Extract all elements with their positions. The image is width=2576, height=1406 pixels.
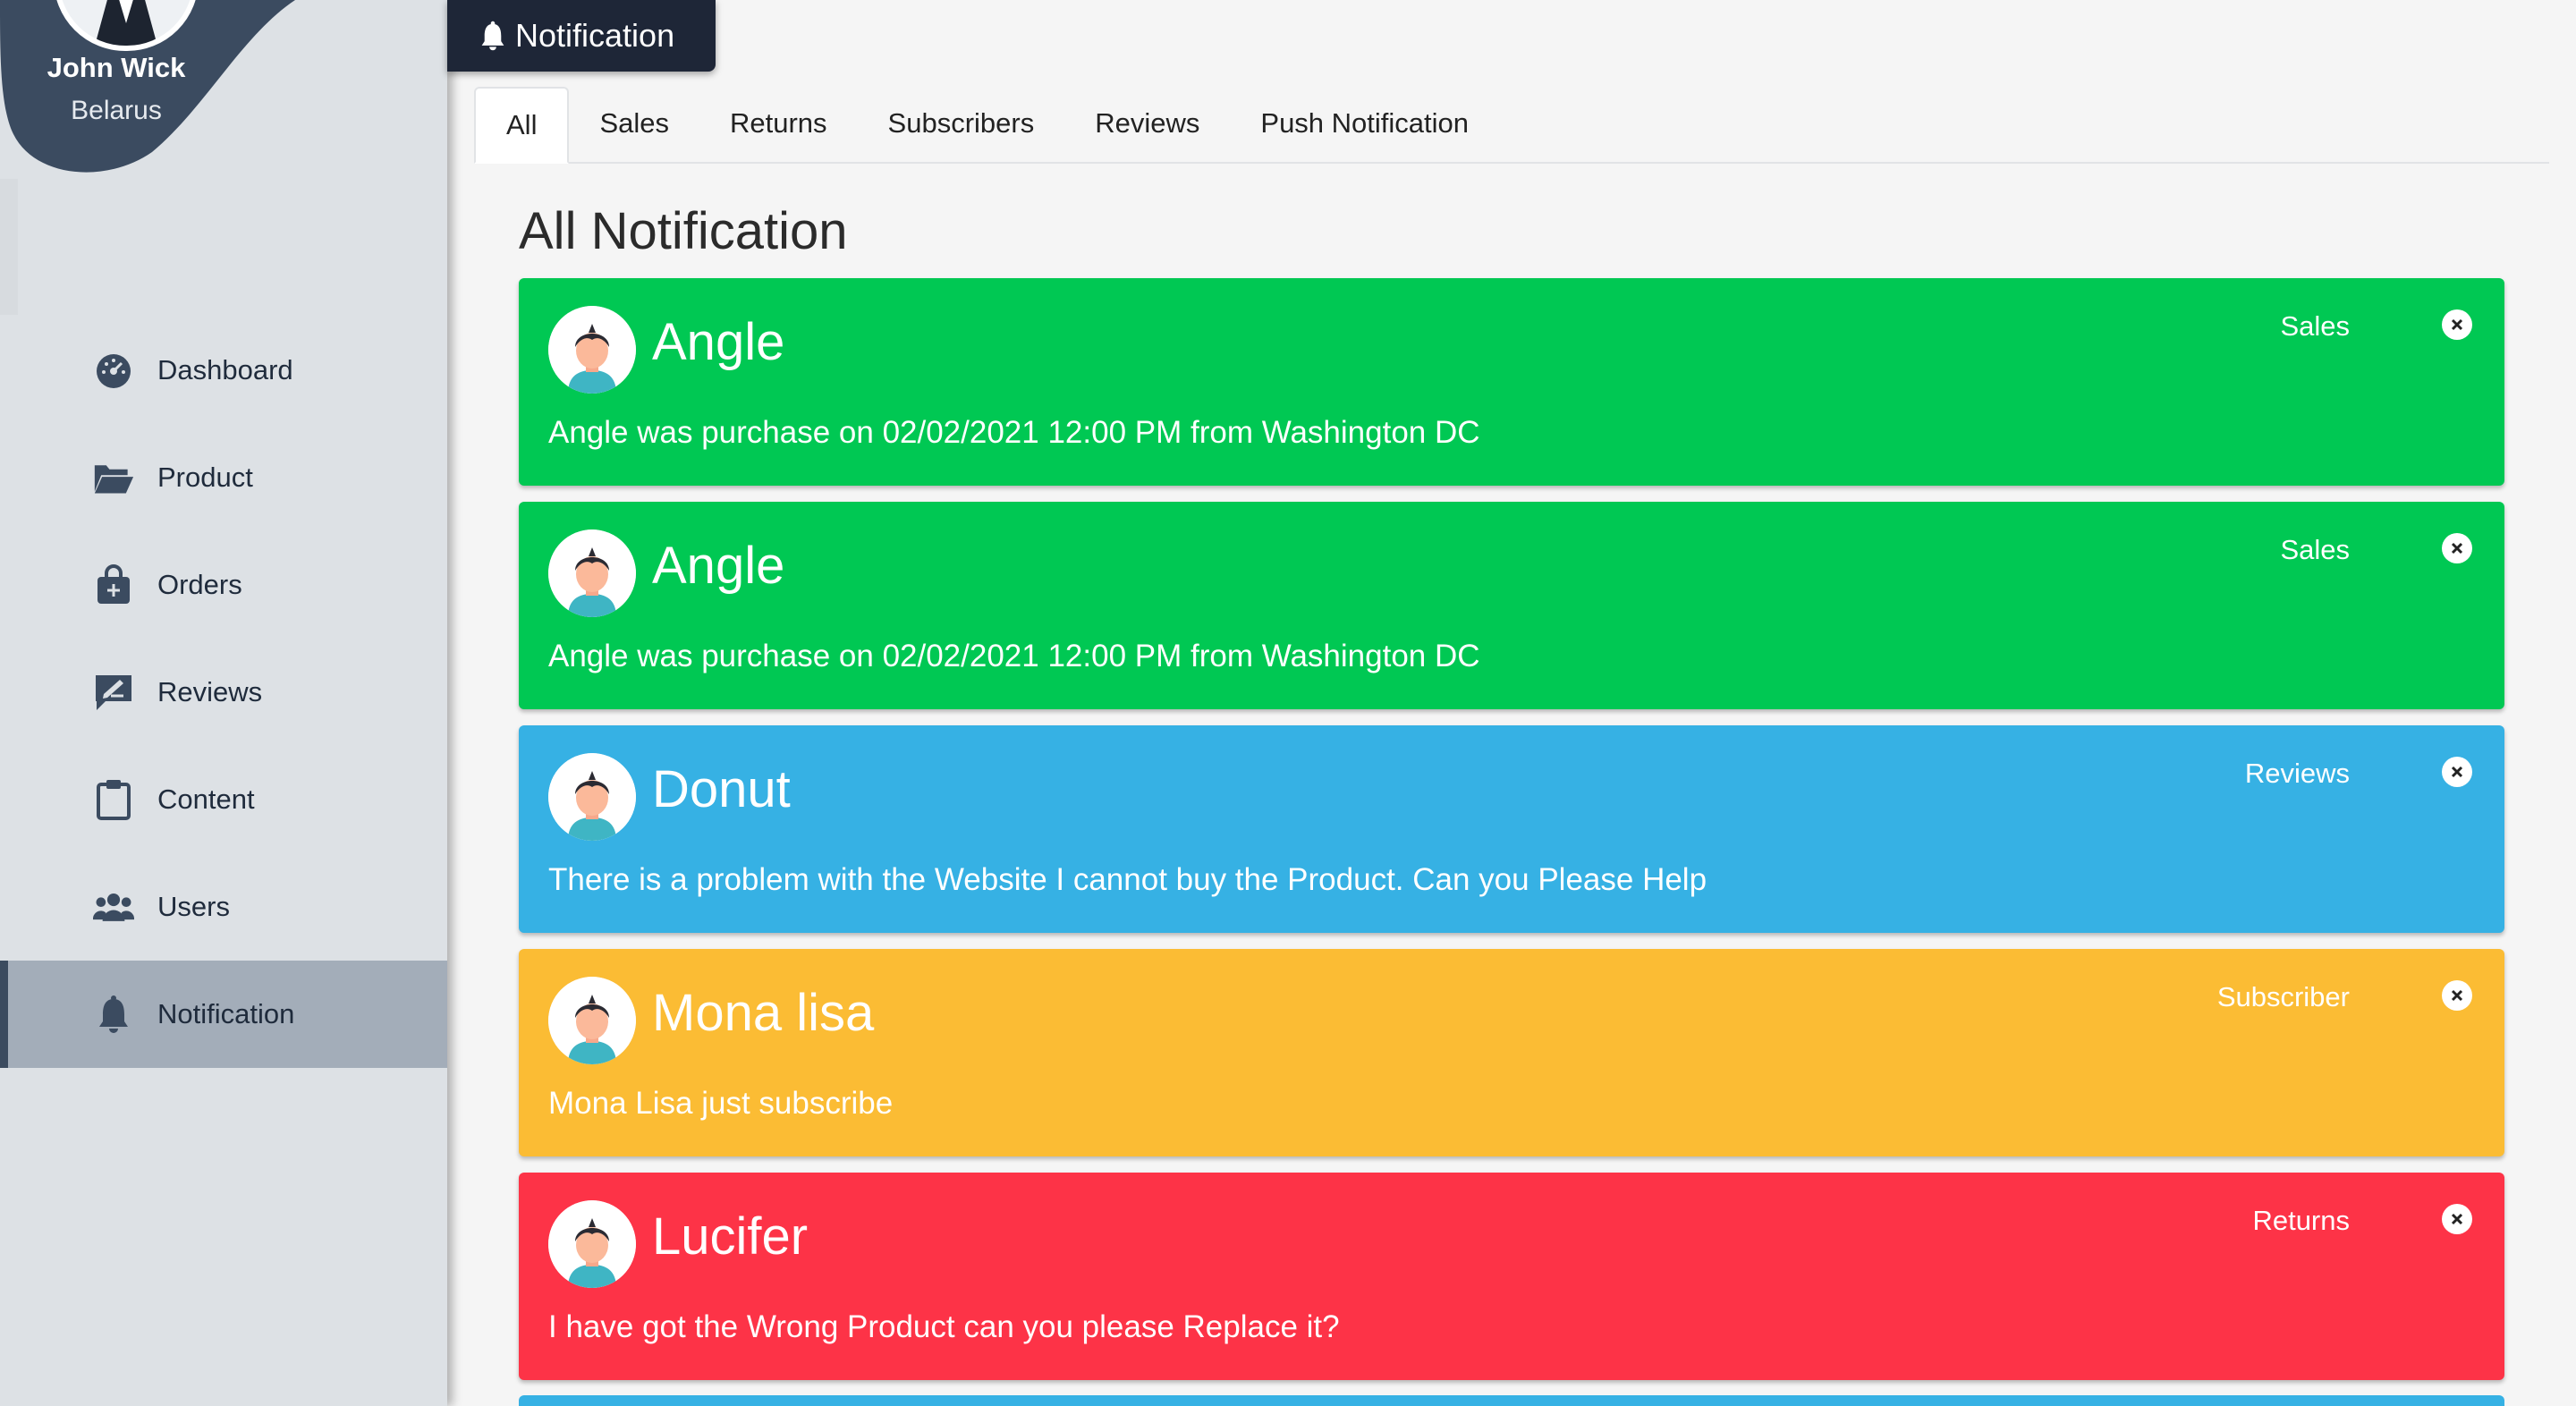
notification-card-partial[interactable] [519,1395,2504,1406]
notification-message: Angle was purchase on 02/02/2021 12:00 P… [548,415,1480,450]
notification-category: Reviews [2244,758,2350,789]
notification-card[interactable]: Angle Angle was purchase on 02/02/2021 1… [519,278,2504,486]
sidebar-item-content[interactable]: Content [0,746,447,853]
close-icon[interactable] [2442,980,2472,1011]
notification-card[interactable]: Lucifer I have got the Wrong Product can… [519,1173,2504,1380]
sidebar-item-label: Dashboard [157,354,293,385]
users-icon [93,886,134,927]
notification-message: Angle was purchase on 02/02/2021 12:00 P… [548,639,1480,673]
sidebar-item-label: Users [157,891,230,922]
notification-list: Angle Angle was purchase on 02/02/2021 1… [519,278,2504,1396]
notification-category: Sales [2280,310,2350,342]
section-title: All Notification [519,202,848,260]
sidebar-item-label: Orders [157,569,242,600]
tab-subscribers[interactable]: Subscribers [858,87,1065,160]
notification-category: Returns [2252,1205,2350,1236]
user-avatar-icon [548,306,636,394]
sidebar-item-notification[interactable]: Notification [0,961,447,1068]
page-title: Notification [515,17,675,54]
notification-message: I have got the Wrong Product can you ple… [548,1309,1340,1344]
tab-all[interactable]: All [474,87,570,164]
sidebar: John Wick Belarus Dashboard Product Orde… [0,0,447,1406]
sidebar-item-label: Content [157,783,255,815]
notification-card[interactable]: Donut There is a problem with the Websit… [519,725,2504,933]
sidebar-item-label: Notification [157,998,295,1029]
tab-sales[interactable]: Sales [569,87,699,160]
notification-card[interactable]: Mona lisa Mona Lisa just subscribe Subsc… [519,949,2504,1156]
folder-open-icon [93,457,134,498]
notification-category: Sales [2280,534,2350,565]
tab-push-notification[interactable]: Push Notification [1230,87,1499,160]
page-header-tab: Notification [447,0,716,72]
sidebar-item-dashboard[interactable]: Dashboard [0,317,447,424]
sidebar-item-label: Product [157,462,253,493]
bell-icon [479,21,508,51]
user-avatar-icon [548,529,636,617]
notification-tabs: All Sales Returns Subscribers Reviews Pu… [474,87,2549,164]
close-icon[interactable] [2442,533,2472,563]
review-edit-icon [93,672,134,713]
close-icon[interactable] [2442,309,2472,340]
notification-message: There is a problem with the Website I ca… [548,862,1707,897]
notification-message: Mona Lisa just subscribe [548,1086,894,1121]
notification-sender: Lucifer [652,1207,809,1266]
user-avatar-icon [548,753,636,841]
notification-card[interactable]: Angle Angle was purchase on 02/02/2021 1… [519,502,2504,709]
notification-sender: Angle [652,313,785,371]
sidebar-item-users[interactable]: Users [0,853,447,961]
shopping-bag-icon [93,564,134,606]
bell-icon [93,994,134,1035]
notification-sender: Mona lisa [652,984,875,1042]
close-icon[interactable] [2442,757,2472,787]
sidebar-item-product[interactable]: Product [0,424,447,531]
sidebar-nav: Dashboard Product Orders Reviews Content [0,317,447,1068]
close-icon[interactable] [2442,1204,2472,1234]
sidebar-item-label: Reviews [157,676,263,707]
user-avatar-icon [548,1200,636,1288]
tab-returns[interactable]: Returns [699,87,858,160]
tab-reviews[interactable]: Reviews [1064,87,1230,160]
sidebar-item-orders[interactable]: Orders [0,531,447,639]
profile-name: John Wick [47,52,186,83]
clipboard-icon [93,779,134,820]
notification-category: Subscriber [2216,981,2350,1012]
notification-sender: Angle [652,537,785,595]
profile-location: Belarus [71,96,162,125]
nav-divider [0,179,18,315]
dashboard-icon [93,350,134,391]
sidebar-item-reviews[interactable]: Reviews [0,639,447,746]
user-avatar-icon [548,977,636,1064]
notification-sender: Donut [652,760,791,818]
